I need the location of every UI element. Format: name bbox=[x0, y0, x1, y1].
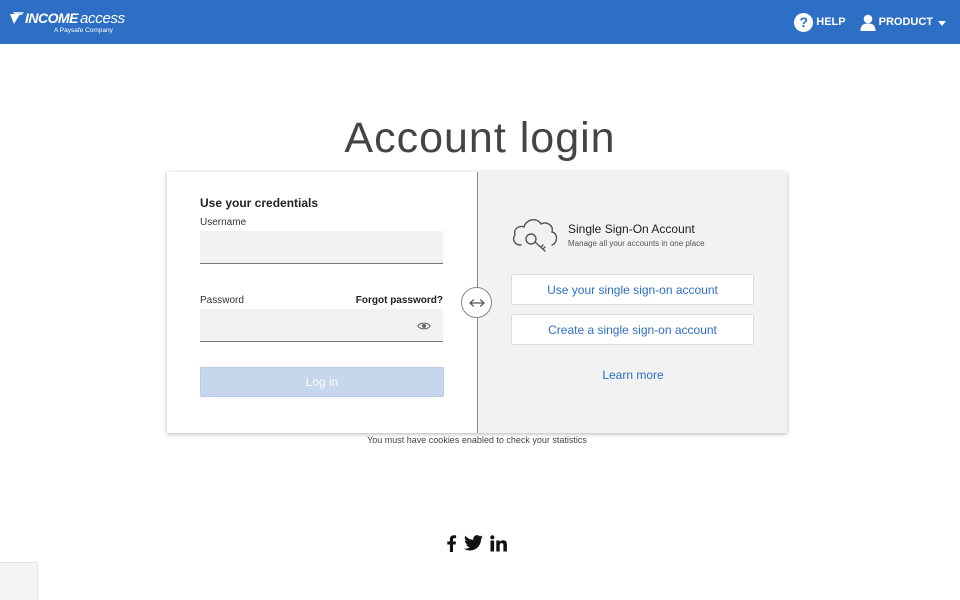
income-access-logo[interactable]: INCOME access A Paysafe Company bbox=[10, 11, 125, 34]
facebook-icon[interactable] bbox=[445, 534, 457, 552]
sso-subtitle: Manage all your accounts in one place bbox=[568, 239, 705, 248]
eye-icon[interactable] bbox=[417, 321, 431, 331]
logo-swoosh-icon bbox=[10, 12, 24, 24]
logo-access-text: access bbox=[80, 9, 125, 27]
page-title: Account login bbox=[344, 114, 616, 162]
use-sso-button[interactable]: Use your single sign-on account bbox=[511, 274, 754, 305]
top-navigation-bar: INCOME access A Paysafe Company ? HELP P… bbox=[0, 0, 960, 44]
nav-right-group: ? HELP PRODUCT bbox=[794, 12, 946, 32]
logo-income-text: INCOME bbox=[25, 10, 79, 26]
product-menu[interactable]: PRODUCT bbox=[860, 14, 946, 31]
sso-header: Single Sign-On Account Manage all your a… bbox=[510, 212, 705, 254]
social-links bbox=[445, 534, 507, 552]
username-input[interactable] bbox=[200, 231, 443, 264]
create-sso-button[interactable]: Create a single sign-on account bbox=[511, 314, 754, 345]
logo-subtitle: A Paysafe Company bbox=[54, 26, 113, 34]
cookie-notice: You must have cookies enabled to check y… bbox=[367, 435, 587, 445]
help-menu[interactable]: ? HELP bbox=[794, 12, 846, 32]
credentials-panel: Use your credentials Username Password F… bbox=[167, 172, 477, 433]
sso-panel: Single Sign-On Account Manage all your a… bbox=[477, 172, 787, 433]
learn-more-link[interactable]: Learn more bbox=[478, 368, 788, 382]
login-button[interactable]: Log in bbox=[200, 367, 444, 397]
help-label: HELP bbox=[816, 16, 846, 28]
password-label-row: Password Forgot password? bbox=[200, 295, 443, 306]
linkedin-icon[interactable] bbox=[490, 534, 507, 552]
forgot-password-link[interactable]: Forgot password? bbox=[356, 295, 443, 306]
help-icon: ? bbox=[794, 12, 814, 32]
product-label: PRODUCT bbox=[878, 16, 933, 28]
password-field-wrap bbox=[200, 309, 443, 342]
password-input[interactable] bbox=[200, 309, 443, 342]
credentials-title: Use your credentials bbox=[200, 196, 319, 210]
cloud-key-icon bbox=[512, 219, 558, 252]
corner-widget bbox=[0, 562, 38, 600]
user-icon bbox=[860, 14, 876, 31]
twitter-icon[interactable] bbox=[464, 535, 483, 551]
username-label: Username bbox=[200, 217, 247, 228]
sso-text-group: Single Sign-On Account Manage all your a… bbox=[568, 222, 705, 248]
swap-divider bbox=[461, 287, 492, 318]
sso-title: Single Sign-On Account bbox=[568, 222, 695, 236]
login-card: Use your credentials Username Password F… bbox=[167, 172, 787, 433]
chevron-down-icon bbox=[938, 20, 946, 26]
password-label: Password bbox=[200, 295, 244, 306]
logo-wordmark: INCOME access bbox=[10, 11, 125, 26]
double-arrow-icon bbox=[468, 298, 485, 307]
